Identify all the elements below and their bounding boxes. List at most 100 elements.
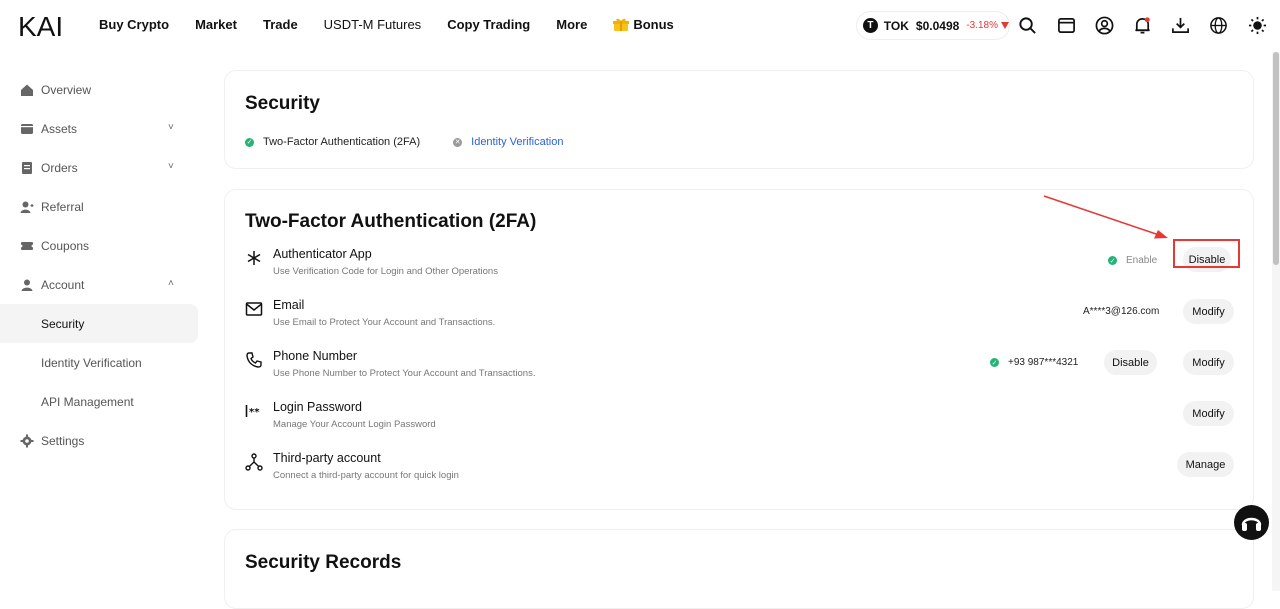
row-authenticator-app: Authenticator App Use Verification Code …: [245, 247, 1235, 287]
security-overview-card: Security ✓ Two-Factor Authentication (2F…: [224, 70, 1254, 169]
authenticator-icon: [247, 251, 261, 265]
phone-status: ✓ +93 987***4321: [990, 357, 1078, 368]
sidebar-item-referral[interactable]: Referral: [0, 187, 200, 226]
sidebar-item-label: Referral: [41, 199, 84, 214]
referral-icon: [20, 201, 34, 213]
sidebar-item-label: Overview: [41, 82, 92, 97]
gift-icon: [613, 18, 630, 31]
gear-icon: [20, 434, 34, 447]
nav-usdt-futures[interactable]: USDT-M Futures: [324, 17, 422, 32]
twofa-card: Two-Factor Authentication (2FA) Authenti…: [224, 189, 1254, 510]
status-text: Enable: [1126, 255, 1158, 266]
highlight-box: [1173, 239, 1240, 268]
tok-coin-icon: T: [863, 18, 878, 33]
ticker-symbol: TOK: [883, 18, 909, 33]
nav-trade[interactable]: Trade: [263, 17, 298, 32]
ticker-price: $0.0498: [915, 18, 960, 33]
row-login-password: ** Login Password Manage Your Account Lo…: [245, 400, 1235, 440]
phone-value: +93 987***4321: [1008, 357, 1079, 368]
status-enable: ✓ Enable: [1108, 255, 1157, 266]
nav-copy-trading[interactable]: Copy Trading: [447, 17, 530, 32]
sidebar-item-assets[interactable]: Assets ˅: [0, 109, 200, 148]
sidebar-item-overview[interactable]: Overview: [0, 70, 200, 109]
manage-third-party-button[interactable]: Manage: [1177, 452, 1234, 477]
ticker-widget[interactable]: T TOK $0.0498 -3.18%: [857, 12, 1009, 39]
chevron-down-icon: ˅: [168, 122, 174, 133]
sidebar-item-label: Orders: [41, 160, 78, 175]
wallet-icon[interactable]: [1057, 16, 1076, 35]
row-third-party-account: Third-party account Connect a third-part…: [245, 451, 1235, 491]
orders-icon: [22, 161, 32, 174]
modify-email-button[interactable]: Modify: [1183, 299, 1234, 324]
nav-bonus[interactable]: Bonus: [613, 17, 699, 32]
sidebar-item-api-management[interactable]: API Management: [0, 382, 200, 421]
row-phone-number: Phone Number Use Phone Number to Protect…: [245, 349, 1235, 389]
headset-icon: [1241, 517, 1262, 531]
globe-icon[interactable]: [1209, 16, 1228, 35]
sidebar-item-coupons[interactable]: Coupons: [0, 226, 200, 265]
sidebar-item-label: Coupons: [41, 238, 90, 253]
security-records-card: Security Records: [224, 529, 1254, 609]
wallet-icon: [21, 123, 33, 134]
home-icon: [21, 84, 33, 96]
check-icon: ✓: [990, 358, 999, 367]
modify-password-button[interactable]: Modify: [1183, 401, 1234, 426]
check-icon: ✓: [245, 137, 254, 147]
coupon-icon: [20, 241, 34, 250]
security-badges: ✓ Two-Factor Authentication (2FA) ✕ Iden…: [245, 136, 563, 148]
sidebar-item-security[interactable]: Security: [0, 304, 198, 343]
nav-buy-crypto[interactable]: Buy Crypto: [99, 17, 169, 32]
row-description: Use Phone Number to Protect Your Account…: [273, 368, 536, 379]
security-title: Security: [245, 93, 320, 114]
down-arrow-icon: [1001, 22, 1009, 29]
account-icon: [21, 279, 33, 291]
download-icon[interactable]: [1171, 16, 1190, 35]
third-party-icon: [245, 453, 263, 471]
sidebar: Overview Assets ˅ Orders ˅ Referral Coup…: [0, 70, 200, 460]
email-value: A****3@126.com: [1083, 306, 1160, 317]
svg-text:KAI: KAI: [18, 12, 63, 38]
row-title: Login Password: [273, 400, 362, 414]
user-icon[interactable]: [1095, 16, 1114, 35]
chevron-down-icon: ˅: [168, 161, 174, 172]
row-title: Third-party account: [273, 451, 381, 465]
top-bar: KAI Buy Crypto Market Trade USDT-M Futur…: [0, 0, 1280, 52]
password-icon: **: [245, 405, 260, 418]
sun-icon[interactable]: [1248, 16, 1267, 35]
check-icon: ✓: [1108, 256, 1117, 265]
modify-phone-button[interactable]: Modify: [1183, 350, 1234, 375]
email-icon: [245, 302, 263, 316]
row-description: Manage Your Account Login Password: [273, 419, 436, 430]
row-description: Use Email to Protect Your Account and Tr…: [273, 317, 496, 328]
sidebar-item-settings[interactable]: Settings: [0, 421, 200, 460]
row-title: Phone Number: [273, 349, 358, 363]
sidebar-item-identity-verification[interactable]: Identity Verification: [0, 343, 200, 382]
row-description: Use Verification Code for Login and Othe…: [273, 266, 498, 277]
ticker-change: -3.18%: [966, 20, 998, 31]
svg-text:**: **: [249, 407, 260, 418]
row-title: Authenticator App: [273, 247, 372, 261]
bonus-label: Bonus: [633, 17, 674, 32]
twofa-title: Two-Factor Authentication (2FA): [245, 211, 537, 232]
badge-identity-verification[interactable]: Identity Verification: [471, 136, 563, 148]
sidebar-item-orders[interactable]: Orders ˅: [0, 148, 200, 187]
sidebar-item-account[interactable]: Account ˄: [0, 265, 200, 304]
row-description: Connect a third-party account for quick …: [273, 470, 459, 481]
search-icon[interactable]: [1018, 16, 1037, 35]
disable-phone-button[interactable]: Disable: [1104, 350, 1157, 375]
bell-icon[interactable]: [1133, 16, 1152, 35]
phone-icon: [246, 352, 262, 368]
badge-2fa: Two-Factor Authentication (2FA): [263, 136, 421, 148]
nav-more[interactable]: More: [556, 17, 587, 32]
nav-market[interactable]: Market: [195, 17, 237, 32]
kai-logo[interactable]: KAI: [18, 12, 76, 38]
row-title: Email: [273, 298, 305, 312]
main-nav: Buy Crypto Market Trade USDT-M Futures C…: [99, 17, 726, 32]
x-circle-icon: ✕: [453, 137, 463, 147]
row-email: Email Use Email to Protect Your Account …: [245, 298, 1235, 338]
security-records-title: Security Records: [245, 552, 402, 573]
scrollbar-thumb[interactable]: [1273, 52, 1279, 265]
sidebar-item-label: Account: [41, 277, 85, 292]
support-chat-button[interactable]: [1234, 505, 1269, 540]
sidebar-item-label: Settings: [41, 433, 85, 448]
